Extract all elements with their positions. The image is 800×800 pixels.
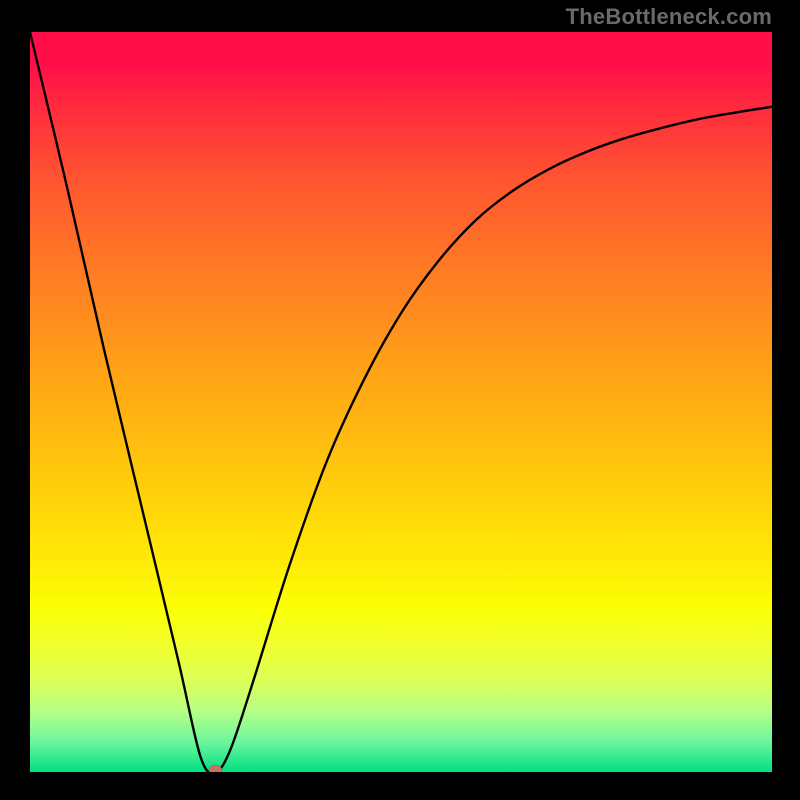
plot-area (30, 32, 772, 772)
minimum-marker (209, 765, 222, 772)
bottleneck-curve (30, 32, 772, 772)
watermark-text: TheBottleneck.com (566, 4, 772, 30)
chart-frame: TheBottleneck.com (0, 0, 800, 800)
